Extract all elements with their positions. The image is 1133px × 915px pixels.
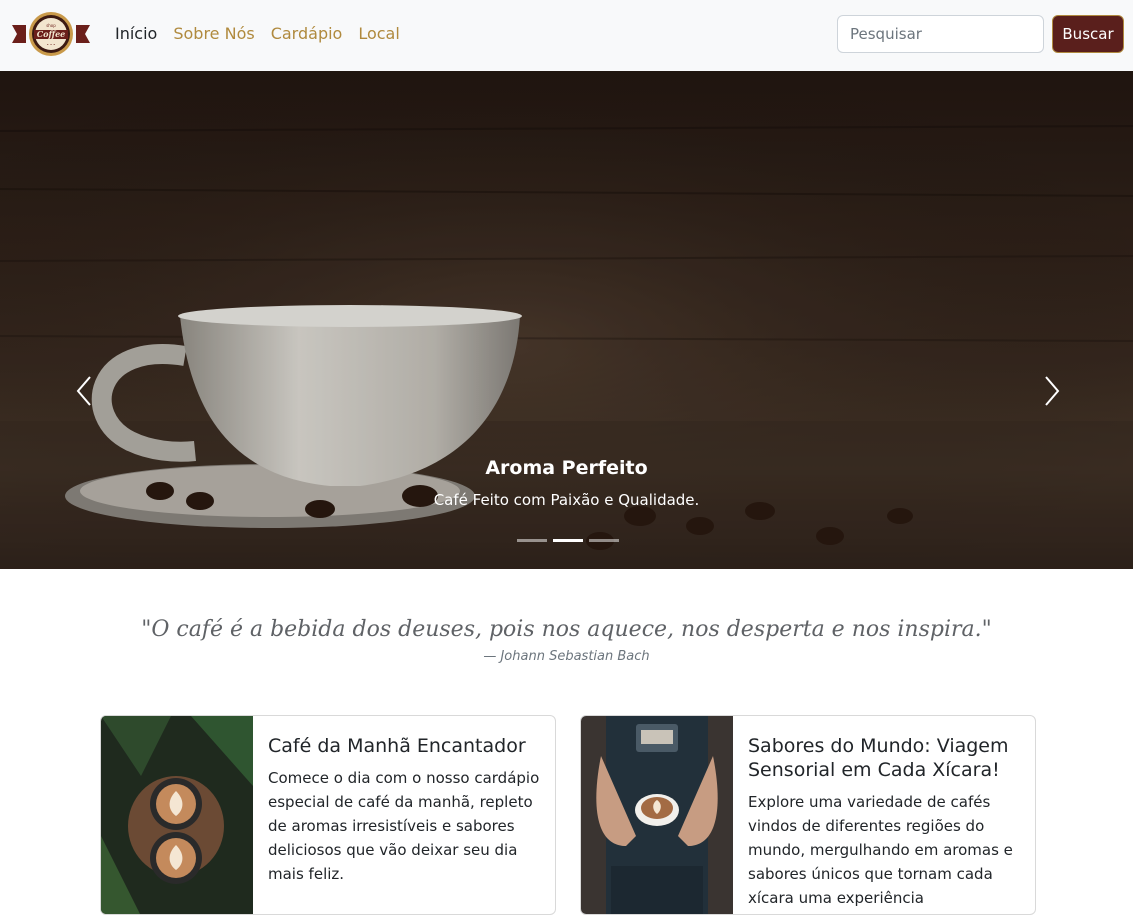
barista-image	[581, 716, 733, 914]
quote-text: "O café é a bebida dos deuses, pois nos …	[141, 617, 992, 642]
search-button[interactable]: Buscar	[1052, 15, 1124, 53]
card-title: Café da Manhã Encantador	[268, 735, 526, 757]
svg-text:Coffee: Coffee	[37, 29, 66, 39]
hero-carousel: Aroma Perfeito Café Feito com Paixão e Q…	[0, 71, 1133, 569]
carousel-indicator-2[interactable]	[553, 539, 583, 542]
carousel-caption-text: Café Feito com Paixão e Qualidade.	[433, 491, 700, 509]
nav-link-inicio[interactable]: Início	[115, 23, 157, 45]
card-cafe-da-manha: Café da Manhã Encantador Comece o dia co…	[100, 715, 556, 915]
nav-links: Início Sobre Nós Cardápio Local	[115, 23, 416, 45]
carousel-caption-title: Aroma Perfeito	[485, 457, 648, 479]
svg-text:• • •: • • •	[47, 43, 55, 47]
card-body: Café da Manhã Encantador Comece o dia co…	[268, 734, 543, 886]
chevron-right-icon[interactable]	[1036, 371, 1066, 411]
nav-link-sobre-nos[interactable]: Sobre Nós	[173, 23, 254, 45]
search-input[interactable]	[837, 15, 1044, 53]
card-sabores-do-mundo: Sabores do Mundo: Viagem Sensorial em Ca…	[580, 715, 1036, 915]
carousel-indicator-3[interactable]	[589, 539, 619, 542]
card-text: Comece o dia com o nosso cardápio especi…	[268, 769, 540, 883]
chevron-left-icon[interactable]	[70, 371, 100, 411]
nav-link-cardapio[interactable]: Cardápio	[271, 23, 343, 45]
carousel-indicator-1[interactable]	[517, 539, 547, 542]
carousel-indicators	[517, 539, 619, 542]
nav-link-local[interactable]: Local	[358, 23, 399, 45]
navbar: Coffee shop • • • Início Sobre Nós Cardá…	[0, 0, 1133, 71]
coffee-shop-logo[interactable]: Coffee shop • • •	[12, 11, 90, 57]
quote-author: — Johann Sebastian Bach	[483, 649, 650, 664]
svg-text:shop: shop	[46, 23, 56, 28]
latte-art-image	[101, 716, 253, 914]
card-title: Sabores do Mundo: Viagem Sensorial em Ca…	[748, 735, 1009, 781]
card-body: Sabores do Mundo: Viagem Sensorial em Ca…	[748, 734, 1023, 914]
card-text: Explore uma variedade de cafés vindos de…	[748, 793, 1013, 914]
